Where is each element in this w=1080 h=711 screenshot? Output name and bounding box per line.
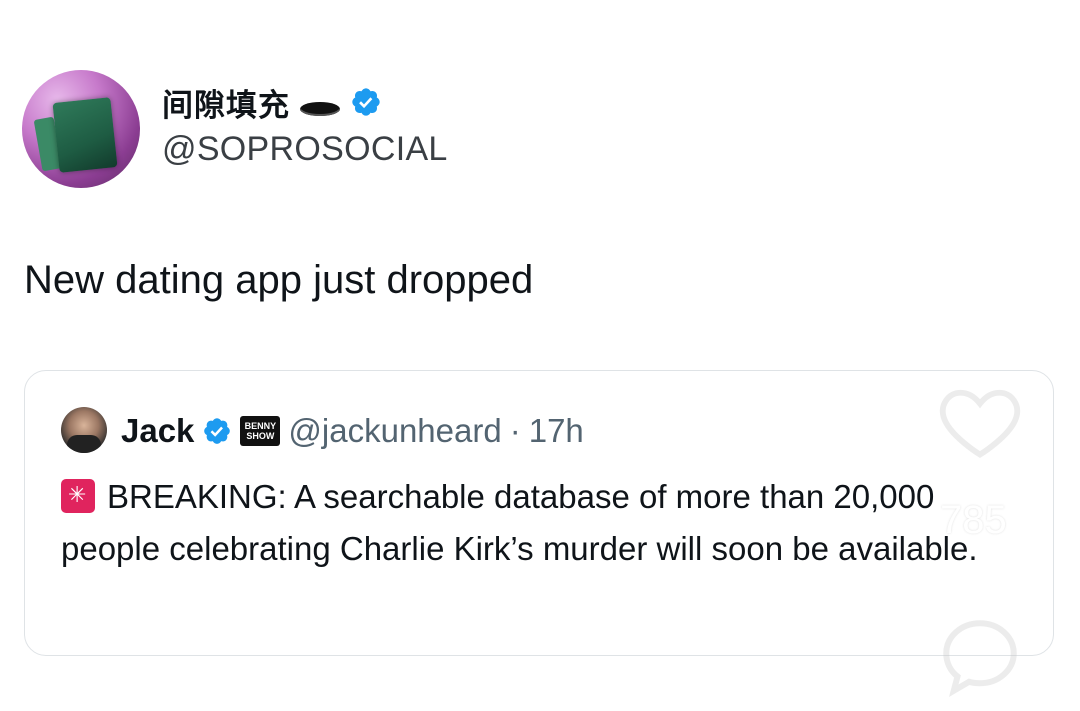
- author-avatar[interactable]: [22, 70, 140, 188]
- quoted-author-handle[interactable]: @jackunheard: [288, 412, 501, 450]
- quoted-author-avatar[interactable]: [61, 407, 107, 453]
- quoted-timestamp[interactable]: 17h: [529, 412, 584, 450]
- affiliate-badge[interactable]: BENNY SHOW: [240, 416, 281, 446]
- tweet-text: New dating app just dropped: [24, 258, 534, 302]
- rotating-light-icon: [61, 479, 95, 513]
- quoted-tweet-body: BREAKING: A searchable database of more …: [61, 478, 978, 567]
- separator-dot: ·: [509, 412, 521, 449]
- hole-emoji-icon: [300, 102, 340, 116]
- verified-badge-icon: [204, 418, 231, 444]
- author-name-row: 间隙填充: [162, 80, 382, 125]
- quoted-tweet-text: BREAKING: A searchable database of more …: [61, 471, 1011, 575]
- quoted-author-name[interactable]: Jack: [121, 412, 194, 450]
- heart-icon[interactable]: [935, 380, 1025, 460]
- quoted-author-row: Jack BENNY SHOW @jackunheard · 17h: [121, 409, 584, 453]
- quoted-tweet-card[interactable]: Jack BENNY SHOW @jackunheard · 17h BREAK…: [24, 370, 1054, 656]
- comment-bubble-icon[interactable]: [930, 612, 1030, 702]
- author-display-name[interactable]: 间隙填充: [162, 80, 290, 125]
- avatar-image-card: [52, 97, 118, 173]
- avatar-image-detail: [67, 435, 101, 453]
- like-count: 785: [940, 498, 1007, 542]
- verified-badge-icon: [352, 88, 380, 116]
- author-handle[interactable]: @SOPROSOCIAL: [162, 130, 448, 169]
